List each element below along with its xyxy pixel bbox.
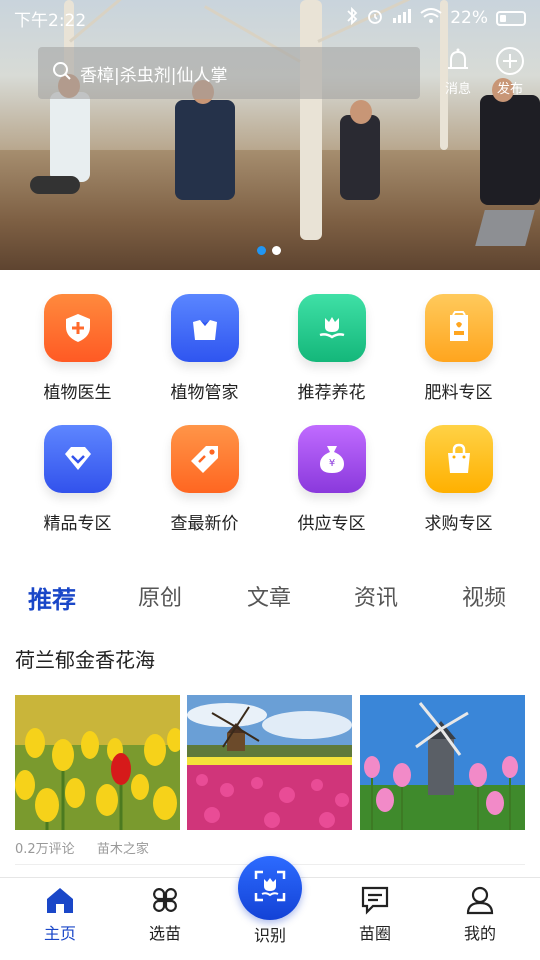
tab-video[interactable]: 视频: [462, 580, 506, 612]
article-meta: 0.2万评论 苗木之家: [15, 838, 167, 857]
flower-icon: [297, 294, 366, 362]
nav-select-seedlings[interactable]: 选苗: [115, 884, 215, 944]
status-bar: 下午2:22 22%: [0, 0, 540, 36]
grid-item-label: 肥料专区: [424, 383, 493, 403]
tab-articles[interactable]: 文章: [247, 580, 291, 612]
grid-item-label: 植物管家: [170, 383, 239, 403]
signal-icon: [392, 8, 412, 29]
grid-item-recommend-flowers[interactable]: 推荐养花: [268, 294, 395, 403]
grid-item-label: 精品专区: [43, 514, 112, 534]
grid-item-latest-price[interactable]: 查最新价: [141, 425, 268, 534]
nav-circle[interactable]: 苗圈: [325, 884, 425, 944]
banner-person: [50, 92, 90, 182]
grid-item-premium[interactable]: 精品专区: [14, 425, 141, 534]
message-button[interactable]: 消息: [438, 46, 478, 97]
article-thumbnails[interactable]: [15, 695, 525, 830]
bluetooth-icon: [346, 6, 358, 30]
banner-carousel[interactable]: [0, 0, 540, 270]
tab-news[interactable]: 资讯: [354, 580, 398, 612]
nav-circle-label: 苗圈: [358, 924, 391, 943]
content-tabs: 推荐 原创 文章 资讯 视频: [0, 580, 540, 620]
plus-circle-icon: [490, 46, 530, 76]
grid-item-plant-butler[interactable]: 植物管家: [141, 294, 268, 403]
shield-plus-icon: [43, 294, 112, 362]
banner-person: [480, 95, 540, 205]
grid-item-label: 推荐养花: [297, 383, 366, 403]
butler-icon: [170, 294, 239, 362]
identify-button[interactable]: [238, 856, 302, 920]
wifi-icon: [420, 7, 442, 29]
carousel-dot[interactable]: [257, 246, 266, 255]
grid-item-fertilizer[interactable]: 肥料专区: [395, 294, 522, 403]
message-label: 消息: [444, 82, 471, 97]
article-source: 苗木之家: [96, 842, 149, 857]
grid-item-label: 供应专区: [297, 514, 366, 534]
banner-tree: [300, 0, 322, 240]
grid-item-supply[interactable]: ¥ 供应专区: [268, 425, 395, 534]
search-icon: [52, 61, 80, 86]
grid-item-purchase[interactable]: 求购专区: [395, 425, 522, 534]
comment-count: 0.2万评论: [15, 842, 75, 857]
grid-item-plant-doctor[interactable]: 植物医生: [14, 294, 141, 403]
search-bar[interactable]: 香樟|杀虫剂|仙人掌: [38, 47, 420, 99]
tab-recommend[interactable]: 推荐: [28, 580, 76, 615]
nav-identify-label: 识别: [253, 926, 286, 945]
clover-grid-icon: [115, 884, 215, 916]
article-title[interactable]: 荷兰郁金香花海: [15, 644, 155, 673]
user-icon: [430, 884, 530, 916]
nav-home[interactable]: 主页: [10, 884, 110, 944]
nav-select-label: 选苗: [148, 924, 181, 943]
grid-item-label: 查最新价: [170, 514, 239, 534]
nav-home-label: 主页: [43, 924, 76, 943]
shopping-bag-icon: [424, 425, 493, 493]
publish-label: 发布: [496, 82, 523, 97]
price-tag-icon: [170, 425, 239, 493]
search-placeholder: 香樟|杀虫剂|仙人掌: [80, 65, 228, 86]
scan-flower-icon: [252, 868, 288, 908]
banner-person: [175, 100, 235, 200]
chat-icon: [325, 884, 425, 916]
status-time: 下午2:22: [14, 10, 87, 31]
grid-item-label: 植物医生: [43, 383, 112, 403]
article-image[interactable]: [187, 695, 352, 830]
tab-original[interactable]: 原创: [138, 580, 182, 612]
alarm-icon: [366, 7, 384, 30]
article-image[interactable]: [15, 695, 180, 830]
home-icon: [10, 884, 110, 916]
banner-person: [340, 115, 380, 200]
carousel-dot[interactable]: [272, 246, 281, 255]
grid-item-label: 求购专区: [424, 514, 493, 534]
article-image[interactable]: [360, 695, 525, 830]
svg-text:¥: ¥: [328, 458, 334, 469]
money-bag-icon: ¥: [297, 425, 366, 493]
battery-percent: 22%: [450, 8, 488, 28]
diamond-icon: [43, 425, 112, 493]
nav-profile[interactable]: 我的: [430, 884, 530, 944]
fertilizer-bag-icon: [424, 294, 493, 362]
publish-button[interactable]: 发布: [490, 46, 530, 97]
bell-icon: [438, 46, 478, 76]
banner-shovel: [475, 210, 535, 246]
battery-icon: [496, 10, 526, 26]
carousel-indicator: [257, 246, 281, 255]
banner-shovel: [30, 176, 80, 194]
banner-person-head: [350, 100, 372, 124]
nav-profile-label: 我的: [463, 924, 496, 943]
